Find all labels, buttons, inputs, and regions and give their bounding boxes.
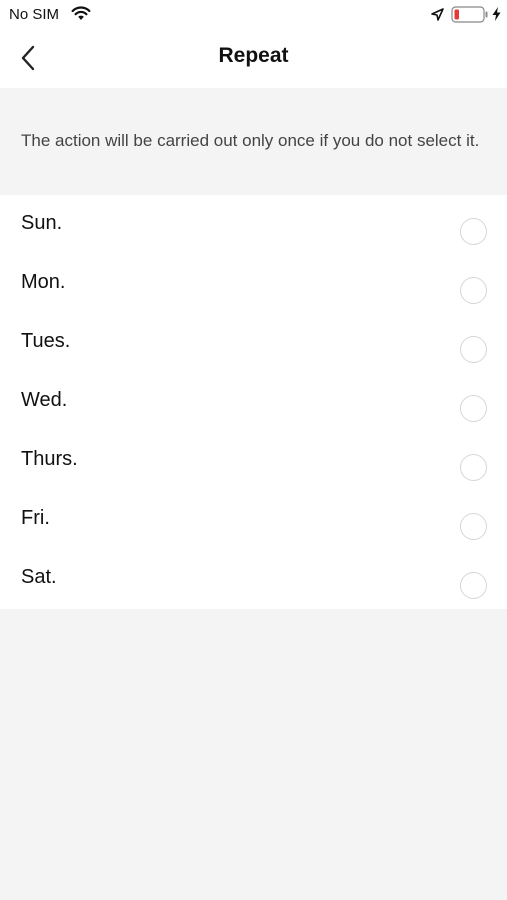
day-row-mon[interactable]: Mon. xyxy=(0,254,507,313)
day-label: Fri. xyxy=(21,507,50,529)
day-row-thurs[interactable]: Thurs. xyxy=(0,431,507,490)
wifi-icon xyxy=(71,6,91,26)
day-label: Thurs. xyxy=(21,448,78,470)
day-list: Sun. Mon. Tues. Wed. Thurs. Fri. Sat. xyxy=(0,195,507,609)
navigation-bar: Repeat xyxy=(0,32,507,88)
radio-button[interactable] xyxy=(460,395,487,422)
radio-button[interactable] xyxy=(460,513,487,540)
radio-button[interactable] xyxy=(460,218,487,245)
carrier-label: No SIM xyxy=(9,6,60,23)
radio-button[interactable] xyxy=(460,454,487,481)
day-label: Wed. xyxy=(21,389,68,411)
day-row-fri[interactable]: Fri. xyxy=(0,490,507,549)
radio-button[interactable] xyxy=(460,336,487,363)
location-arrow-icon xyxy=(431,8,444,26)
charging-bolt-icon xyxy=(492,7,501,26)
radio-button[interactable] xyxy=(460,572,487,599)
status-bar: No SIM xyxy=(0,0,507,32)
day-row-tues[interactable]: Tues. xyxy=(0,313,507,372)
day-row-wed[interactable]: Wed. xyxy=(0,372,507,431)
day-label: Sat. xyxy=(21,566,57,588)
battery-low-icon xyxy=(451,6,489,28)
hint-section: The action will be carried out only once… xyxy=(0,88,507,195)
day-row-sun[interactable]: Sun. xyxy=(0,195,507,254)
page-title: Repeat xyxy=(218,44,289,67)
radio-button[interactable] xyxy=(460,277,487,304)
day-row-sat[interactable]: Sat. xyxy=(0,549,507,608)
day-label: Tues. xyxy=(21,330,71,352)
hint-text: The action will be carried out only once… xyxy=(21,131,480,150)
day-label: Mon. xyxy=(21,271,66,293)
day-label: Sun. xyxy=(21,212,63,234)
